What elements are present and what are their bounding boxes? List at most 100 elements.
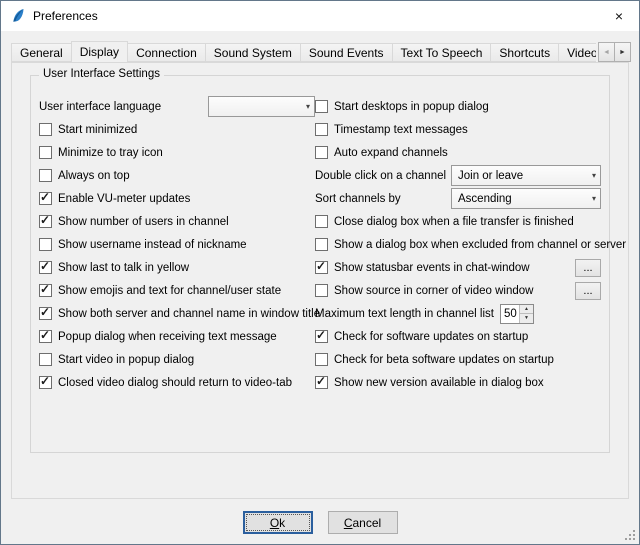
checkbox-label[interactable]: Auto expand channels <box>334 147 448 159</box>
tab-label: Shortcuts <box>499 46 550 60</box>
checkbox-row: ✓ Show username instead of nickname <box>39 233 315 256</box>
check-icon: ✓ <box>40 282 50 297</box>
checkbox-row: ✓ Show last to talk in yellow <box>39 256 315 279</box>
check-icon: ✓ <box>40 259 50 274</box>
checkbox-label[interactable]: Closed video dialog should return to vid… <box>58 377 292 389</box>
statusbar-events-row: ✓ Show statusbar events in chat-window .… <box>315 256 601 279</box>
checkbox[interactable]: ✓ <box>315 261 328 274</box>
checkbox[interactable]: ✓ <box>39 284 52 297</box>
checkbox[interactable]: ✓ <box>315 376 328 389</box>
checkbox-row: ✓ Show a dialog box when excluded from c… <box>315 233 601 256</box>
checkbox-label[interactable]: Show last to talk in yellow <box>58 262 189 274</box>
checkbox-label[interactable]: Show a dialog box when excluded from cha… <box>334 239 626 251</box>
checkbox[interactable]: ✓ <box>39 192 52 205</box>
checkbox[interactable]: ✓ <box>39 169 52 182</box>
resize-grip[interactable] <box>624 529 637 542</box>
checkbox[interactable]: ✓ <box>39 376 52 389</box>
checkbox-label[interactable]: Show both server and channel name in win… <box>58 308 320 320</box>
checkbox-row: ✓ Close dialog box when a file transfer … <box>315 210 601 233</box>
checkbox-row: ✓ Check for beta software updates on sta… <box>315 348 601 371</box>
checkbox[interactable]: ✓ <box>315 238 328 251</box>
tab-label: Connection <box>136 46 197 60</box>
tab-connection[interactable]: Connection <box>127 43 206 62</box>
dialog-buttons: Ok Cancel <box>1 511 639 534</box>
checkbox[interactable]: ✓ <box>39 353 52 366</box>
checkbox-label[interactable]: Show source in corner of video window <box>334 285 533 297</box>
checkbox-label[interactable]: Check for software updates on startup <box>334 331 528 343</box>
field-label: Sort channels by <box>315 193 401 205</box>
checkbox-label[interactable]: Always on top <box>58 170 130 182</box>
checkbox[interactable]: ✓ <box>39 215 52 228</box>
checkbox-row: ✓ Start minimized <box>39 118 315 141</box>
checkbox-row: ✓ Start video in popup dialog <box>39 348 315 371</box>
right-column: ✓ Start desktops in popup dialog ✓ Times… <box>315 95 601 394</box>
check-icon: ✓ <box>40 374 50 389</box>
checkbox[interactable]: ✓ <box>315 284 328 297</box>
checkbox[interactable]: ✓ <box>315 100 328 113</box>
check-icon: ✓ <box>316 374 326 389</box>
title-bar: Preferences × <box>1 1 639 31</box>
checkbox[interactable]: ✓ <box>39 330 52 343</box>
check-icon: ✓ <box>316 259 326 274</box>
tab-text-to-speech[interactable]: Text To Speech <box>392 43 492 62</box>
check-icon: ✓ <box>316 328 326 343</box>
checkbox[interactable]: ✓ <box>39 146 52 159</box>
sort-channels-row: Sort channels by Ascending ▾ <box>315 187 601 210</box>
check-icon: ✓ <box>40 213 50 228</box>
field-label: Double click on a channel <box>315 170 446 182</box>
language-select[interactable]: ▾ <box>208 96 315 117</box>
checkbox-label[interactable]: Check for beta software updates on start… <box>334 354 554 366</box>
checkbox-label[interactable]: Enable VU-meter updates <box>58 193 190 205</box>
close-button[interactable]: × <box>599 1 639 31</box>
checkbox[interactable]: ✓ <box>315 353 328 366</box>
user-interface-settings-group: User Interface Settings User interface l… <box>30 75 610 453</box>
ok-button[interactable]: Ok <box>243 511 313 534</box>
checkbox-label[interactable]: Show statusbar events in chat-window <box>334 262 530 274</box>
language-row: User interface language ▾ <box>39 95 315 118</box>
checkbox-label[interactable]: Show new version available in dialog box <box>334 377 544 389</box>
double-click-select[interactable]: Join or leave ▾ <box>451 165 601 186</box>
video-source-browse-button[interactable]: ... <box>575 282 601 300</box>
spin-down-button[interactable]: ▼ <box>520 313 533 323</box>
tab-shortcuts[interactable]: Shortcuts <box>490 43 559 62</box>
checkbox[interactable]: ✓ <box>39 238 52 251</box>
checkbox-label[interactable]: Close dialog box when a file transfer is… <box>334 216 574 228</box>
checkbox-label[interactable]: Start minimized <box>58 124 137 136</box>
tab-scroll-right-button[interactable]: ► <box>614 42 631 62</box>
tab-sound-events[interactable]: Sound Events <box>300 43 393 62</box>
tab-display[interactable]: Display <box>71 41 128 62</box>
checkbox-label[interactable]: Minimize to tray icon <box>58 147 163 159</box>
tab-bar: General Display Connection Sound System … <box>11 40 631 62</box>
checkbox-label[interactable]: Timestamp text messages <box>334 124 468 136</box>
checkbox[interactable]: ✓ <box>315 215 328 228</box>
spinbox-arrows: ▲ ▼ <box>519 305 533 323</box>
app-logo-icon <box>10 8 26 24</box>
checkbox[interactable]: ✓ <box>39 307 52 320</box>
checkbox[interactable]: ✓ <box>39 123 52 136</box>
spinbox-value[interactable]: 50 <box>501 305 519 323</box>
tab-scroll-left-button[interactable]: ◄ <box>598 42 615 62</box>
tab-sound-system[interactable]: Sound System <box>205 43 301 62</box>
ok-button-label: Ok <box>270 516 285 530</box>
checkbox-label[interactable]: Show emojis and text for channel/user st… <box>58 285 281 297</box>
tab-label: General <box>20 46 63 60</box>
checkbox-label[interactable]: Show number of users in channel <box>58 216 229 228</box>
tab-label: Sound System <box>214 46 292 60</box>
checkbox[interactable]: ✓ <box>315 146 328 159</box>
max-text-length-spinbox[interactable]: 50 ▲ ▼ <box>500 304 534 324</box>
left-column: User interface language ▾ ✓ Start minimi… <box>39 95 315 394</box>
tab-general[interactable]: General <box>11 43 72 62</box>
field-label: User interface language <box>39 101 161 113</box>
checkbox-label[interactable]: Show username instead of nickname <box>58 239 247 251</box>
statusbar-events-browse-button[interactable]: ... <box>575 259 601 277</box>
cancel-button[interactable]: Cancel <box>328 511 398 534</box>
spin-up-button[interactable]: ▲ <box>520 305 533 314</box>
checkbox-label[interactable]: Popup dialog when receiving text message <box>58 331 277 343</box>
checkbox-label[interactable]: Start video in popup dialog <box>58 354 194 366</box>
checkbox[interactable]: ✓ <box>315 123 328 136</box>
checkbox[interactable]: ✓ <box>315 330 328 343</box>
checkbox-label[interactable]: Start desktops in popup dialog <box>334 101 489 113</box>
sort-channels-select[interactable]: Ascending ▾ <box>451 188 601 209</box>
checkbox[interactable]: ✓ <box>39 261 52 274</box>
tab-label: Sound Events <box>309 46 384 60</box>
